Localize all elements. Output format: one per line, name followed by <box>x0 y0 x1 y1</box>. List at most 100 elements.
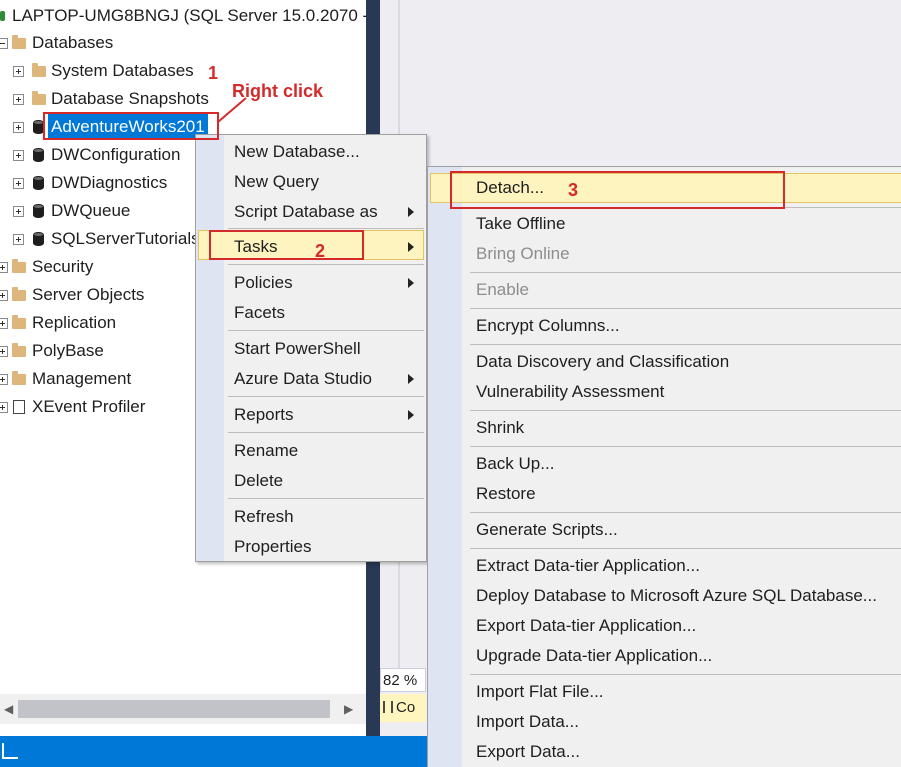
annotation-box-tasks <box>209 230 364 260</box>
tree-label: Databases <box>32 33 114 52</box>
expand-icon[interactable] <box>13 122 24 133</box>
menu-separator <box>228 330 424 331</box>
expand-icon[interactable] <box>13 150 24 161</box>
folder-icon <box>12 371 26 385</box>
folder-icon <box>12 287 26 301</box>
menu-item-script-database-as[interactable]: Script Database as <box>234 197 378 227</box>
menu-separator <box>470 272 901 273</box>
tree-label: XEvent Profiler <box>32 397 146 416</box>
collapse-icon[interactable] <box>0 38 8 49</box>
menu-item-reports[interactable]: Reports <box>234 400 294 430</box>
expand-icon[interactable] <box>13 94 24 105</box>
annotation-step-1: 1 <box>208 63 219 83</box>
scroll-left-icon[interactable]: ◀ <box>4 694 13 724</box>
tree-label: Security <box>32 257 94 276</box>
menu-item-export-data-tier[interactable]: Export Data-tier Application... <box>476 611 696 641</box>
menu-separator <box>470 410 901 411</box>
expand-icon[interactable] <box>13 234 24 245</box>
menu-item-azure-data-studio[interactable]: Azure Data Studio <box>234 364 372 394</box>
database-icon <box>33 232 44 246</box>
expand-icon[interactable] <box>13 66 24 77</box>
menu-item-bring-online: Bring Online <box>476 244 570 263</box>
tree-label: System Databases <box>51 61 194 80</box>
annotation-box-database <box>43 112 219 140</box>
menu-item-properties[interactable]: Properties <box>234 532 311 562</box>
menu-separator <box>228 396 424 397</box>
menu-separator <box>228 264 424 265</box>
database-icon <box>33 204 44 218</box>
tree-label: Server Objects <box>32 285 145 304</box>
tree-label: DWDiagnostics <box>51 173 168 192</box>
menu-item-vulnerability-assessment[interactable]: Vulnerability Assessment <box>476 377 664 407</box>
plug-icon <box>383 701 393 713</box>
menu-item-encrypt-columns[interactable]: Encrypt Columns... <box>476 311 620 341</box>
menu-item-extract-data-tier[interactable]: Extract Data-tier Application... <box>476 551 700 581</box>
menu-item-export-data[interactable]: Export Data... <box>476 737 580 767</box>
connection-status: Co <box>380 694 426 722</box>
menu-separator <box>470 548 901 549</box>
database-icon <box>33 176 44 190</box>
tree-label: SQLServerTutorials <box>51 229 200 248</box>
menu-item-restore[interactable]: Restore <box>476 479 536 509</box>
annotation-box-detach <box>450 171 785 209</box>
annotation-step-3: 3 <box>568 180 579 200</box>
tree-label: Database Snapshots <box>51 89 209 108</box>
expand-icon[interactable] <box>13 206 24 217</box>
folder-icon <box>12 343 26 357</box>
menu-item-refresh[interactable]: Refresh <box>234 502 294 532</box>
tree-label: Management <box>32 369 132 388</box>
menu-item-new-database[interactable]: New Database... <box>234 137 360 167</box>
expand-icon[interactable] <box>0 346 8 357</box>
menu-item-data-discovery[interactable]: Data Discovery and Classification <box>476 347 729 377</box>
expand-icon[interactable] <box>0 374 8 385</box>
tree-label: PolyBase <box>32 341 104 360</box>
menu-separator <box>228 498 424 499</box>
menu-item-rename[interactable]: Rename <box>234 436 298 466</box>
annotation-step-2: 2 <box>315 241 326 261</box>
expand-icon[interactable] <box>0 290 8 301</box>
menu-item-shrink[interactable]: Shrink <box>476 413 524 443</box>
menu-item-policies[interactable]: Policies <box>234 268 293 298</box>
menu-separator <box>228 228 424 229</box>
status-bar <box>0 736 430 767</box>
menu-separator <box>470 344 901 345</box>
menu-item-back-up[interactable]: Back Up... <box>476 449 554 479</box>
expand-icon[interactable] <box>0 402 8 413</box>
menu-item-deploy-to-azure[interactable]: Deploy Database to Microsoft Azure SQL D… <box>476 581 877 611</box>
expand-icon[interactable] <box>0 318 8 329</box>
window-icon <box>2 743 18 759</box>
folder-icon <box>12 315 26 329</box>
menu-item-enable: Enable <box>476 280 529 299</box>
menu-item-generate-scripts[interactable]: Generate Scripts... <box>476 515 618 545</box>
server-node-label: LAPTOP-UMG8BNGJ (SQL Server 15.0.2070 - <box>12 6 369 25</box>
tasks-submenu: Detach... Take Offline Bring Online Enab… <box>427 166 901 767</box>
expand-icon[interactable] <box>0 262 8 273</box>
scroll-right-icon[interactable]: ▶ <box>344 694 353 724</box>
menu-item-start-powershell[interactable]: Start PowerShell <box>234 334 361 364</box>
menu-item-new-query[interactable]: New Query <box>234 167 319 197</box>
menu-separator <box>228 432 424 433</box>
folder-icon <box>12 259 26 273</box>
menu-item-import-data[interactable]: Import Data... <box>476 707 579 737</box>
zoom-level[interactable]: 82 % <box>380 668 426 692</box>
menu-item-take-offline[interactable]: Take Offline <box>476 209 565 239</box>
folder-icon <box>32 63 46 77</box>
menu-item-import-flat-file[interactable]: Import Flat File... <box>476 677 604 707</box>
menu-gutter <box>428 167 462 767</box>
submenu-arrow-icon <box>408 374 414 384</box>
annotation-arrow <box>217 97 247 123</box>
folder-icon <box>12 35 26 49</box>
submenu-arrow-icon <box>408 410 414 420</box>
submenu-arrow-icon <box>408 278 414 288</box>
connection-status-text: Co <box>396 699 416 716</box>
menu-item-upgrade-data-tier[interactable]: Upgrade Data-tier Application... <box>476 641 712 671</box>
expand-icon[interactable] <box>13 178 24 189</box>
scrollbar-thumb[interactable] <box>18 700 330 718</box>
menu-separator <box>470 512 901 513</box>
server-connected-icon <box>0 11 5 21</box>
menu-item-delete[interactable]: Delete <box>234 466 283 496</box>
menu-item-facets[interactable]: Facets <box>234 298 285 328</box>
context-menu: New Database... New Query Script Databas… <box>195 134 427 562</box>
database-icon <box>33 148 44 162</box>
menu-separator <box>470 446 901 447</box>
